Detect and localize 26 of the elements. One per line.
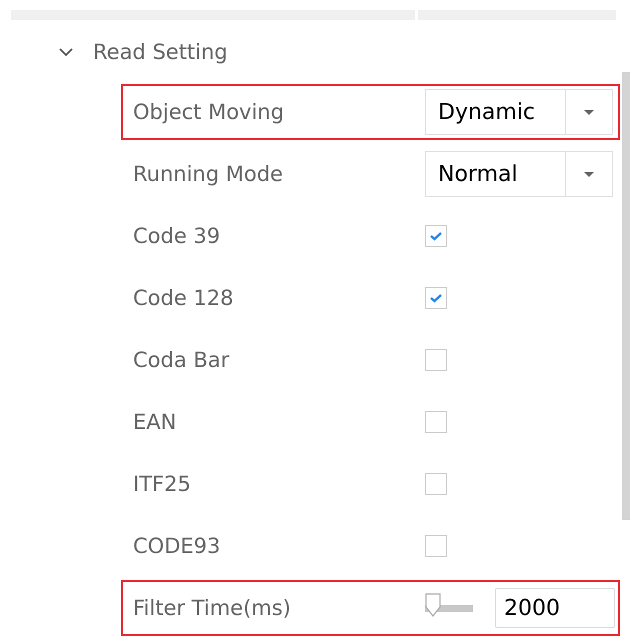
- number-field[interactable]: 2000: [495, 588, 615, 628]
- check-icon: [429, 230, 443, 242]
- setting-label: Coda Bar: [133, 348, 230, 372]
- setting-label: EAN: [133, 410, 178, 434]
- scrollbar[interactable]: [622, 72, 630, 520]
- setting-label: Object Moving: [133, 100, 285, 124]
- check-icon: [429, 292, 443, 304]
- chevron-down-icon[interactable]: [59, 47, 73, 57]
- checkbox[interactable]: [425, 225, 447, 247]
- dropdown[interactable]: Normal: [425, 151, 613, 197]
- setting-label: Running Mode: [133, 162, 284, 186]
- setting-label: Filter Time(ms): [133, 596, 292, 620]
- caret-icon: [584, 172, 594, 176]
- setting-label: Code 128: [133, 286, 235, 310]
- checkbox[interactable]: [425, 349, 447, 371]
- caret-icon: [584, 110, 594, 114]
- setting-label: Code 39: [133, 224, 222, 248]
- dropdown[interactable]: Dynamic: [425, 89, 613, 135]
- setting-label: CODE93: [133, 534, 222, 558]
- checkbox[interactable]: [425, 411, 447, 433]
- section-title: Read Setting: [93, 40, 228, 64]
- setting-label: ITF25: [133, 472, 192, 496]
- slider-thumb[interactable]: [425, 592, 441, 616]
- checkbox[interactable]: [425, 287, 447, 309]
- checkbox[interactable]: [425, 473, 447, 495]
- checkbox[interactable]: [425, 535, 447, 557]
